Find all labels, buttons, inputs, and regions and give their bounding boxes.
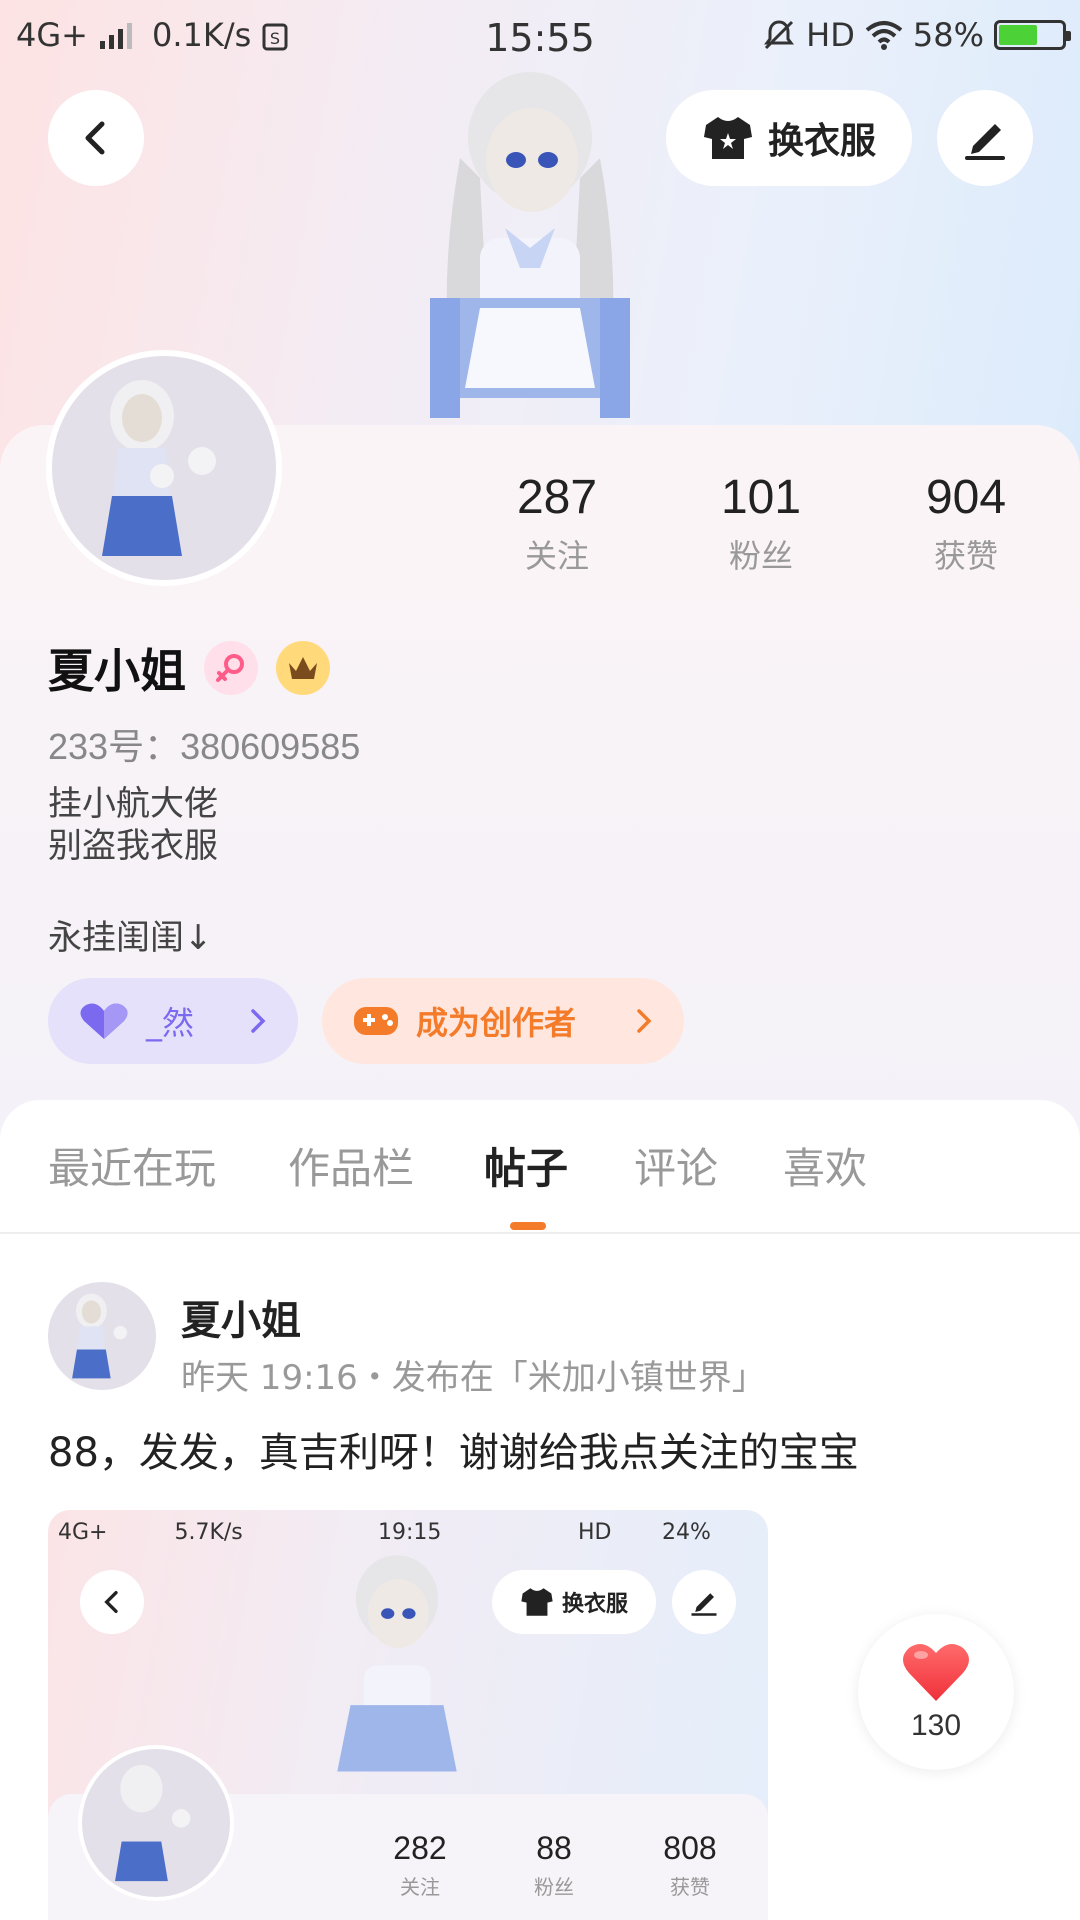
edit-profile-button[interactable] (937, 90, 1033, 186)
post-author-avatar[interactable] (48, 1282, 156, 1390)
tshirt-icon (703, 117, 752, 159)
stat-followers[interactable]: 101 粉丝 (671, 470, 851, 577)
avatar-character-figure (430, 72, 630, 418)
post-image-stat: 88 粉丝 (494, 1830, 614, 1900)
followers-label: 粉丝 (728, 537, 793, 575)
chevron-right-icon (251, 1009, 266, 1033)
like-button[interactable]: 130 (858, 1614, 1014, 1770)
post-author-name[interactable]: 夏小姐 (181, 1288, 301, 1346)
post-text[interactable]: 88，发发，真吉利呀！谢谢给我点关注的宝宝 (48, 1420, 859, 1478)
battery-percent: 58% (912, 16, 984, 54)
likes-received-count: 904 (925, 471, 1007, 524)
post-image-stat-value: 808 (663, 1830, 717, 1866)
become-creator-pill[interactable]: 成为创作者 (322, 978, 684, 1064)
become-creator-label: 成为创作者 (416, 1004, 577, 1042)
change-outfit-button[interactable]: 换衣服 (666, 90, 912, 186)
following-label: 关注 (524, 537, 589, 575)
best-friend-pill[interactable]: _然 (48, 978, 298, 1064)
name-row: 夏小姐 (48, 635, 330, 701)
followers-count: 101 (720, 471, 802, 524)
tab-posts[interactable]: 帖子 (484, 1135, 568, 1196)
post-image-stat-value: 88 (536, 1830, 572, 1866)
crown-badge-icon[interactable] (276, 641, 330, 695)
back-button[interactable] (48, 90, 144, 186)
stat-following[interactable]: 287 关注 (467, 470, 647, 577)
post-image-stat-label: 关注 (400, 1875, 440, 1899)
post-image-stat-label: 获赞 (670, 1875, 710, 1899)
post-image-stat: 282 关注 (360, 1830, 480, 1900)
pencil-icon (965, 124, 1005, 160)
post-image-stat-label: 粉丝 (534, 1875, 574, 1899)
status-right: HD 58% (762, 16, 1071, 54)
heart-icon (903, 1644, 969, 1701)
wifi-icon (865, 21, 903, 50)
battery-icon (994, 20, 1071, 50)
post-image-outfit-button: 换衣服 (492, 1570, 656, 1634)
mute-bell-icon (764, 20, 795, 50)
post-image-network: 4G+ (58, 1520, 108, 1545)
female-gender-icon (204, 641, 258, 695)
like-count: 130 (910, 1709, 962, 1742)
bio-line: 挂小航大佬 (48, 784, 218, 824)
tshirt-icon (521, 1588, 553, 1616)
bio-line: 别盗我衣服 (48, 826, 218, 866)
bio: 挂小航大佬 别盗我衣服 (48, 783, 218, 867)
post-image-speed: 5.7K/s (174, 1520, 243, 1545)
profile-avatar[interactable] (46, 350, 282, 586)
gamepad-icon (354, 1007, 398, 1035)
post-image-pencil-icon (672, 1570, 736, 1634)
post-image-hd: HD (578, 1520, 612, 1545)
tab-works[interactable]: 作品栏 (288, 1135, 414, 1196)
post-image-character (337, 1555, 457, 1772)
hd-indicator: HD (806, 16, 855, 54)
profile-avatar-image (52, 356, 276, 580)
active-tab-indicator (510, 1222, 546, 1230)
heart-icon (80, 1003, 128, 1039)
post-image-outfit-label: 换衣服 (561, 1592, 628, 1617)
post-image-stat-value: 282 (393, 1830, 447, 1866)
tab-likes[interactable]: 喜欢 (783, 1135, 867, 1196)
post-image-time: 19:15 (378, 1520, 442, 1545)
tabs-divider (0, 1232, 1080, 1234)
chevron-right-icon (637, 1009, 652, 1033)
change-outfit-label: 换衣服 (767, 121, 876, 162)
user-id: 233号：380609585 (48, 726, 361, 767)
post-image-avatar (78, 1745, 234, 1901)
likes-received-label: 获赞 (933, 537, 998, 575)
status-bar: 4G+ 0.1K/s S 15:55 HD 58% (0, 0, 1080, 76)
chevron-left-icon (85, 121, 105, 155)
bio-line: 永挂闺闺↓ (48, 918, 213, 958)
post-meta: 昨天 19:16・发布在「米加小镇世界」 (181, 1358, 766, 1398)
profile-tabs: 最近在玩 作品栏 帖子 评论 喜欢 (0, 1135, 1080, 1235)
best-friend-name: _然 (146, 1004, 195, 1042)
tab-comments[interactable]: 评论 (634, 1135, 718, 1196)
following-count: 287 (516, 471, 598, 524)
stat-likes[interactable]: 904 获赞 (876, 470, 1056, 577)
post-image-battery: 24% (662, 1520, 711, 1545)
post-image-stat: 808 获赞 (630, 1830, 750, 1900)
post-image[interactable]: 4G+ 5.7K/s 19:15 HD 24% 换衣服 282 关注 88 粉丝… (48, 1510, 768, 1920)
tab-recently-played[interactable]: 最近在玩 (48, 1135, 216, 1196)
profile-name: 夏小姐 (48, 644, 186, 698)
post-image-status-bar: 4G+ 5.7K/s 19:15 HD 24% (58, 1520, 756, 1545)
post-image-back-icon (80, 1570, 144, 1634)
